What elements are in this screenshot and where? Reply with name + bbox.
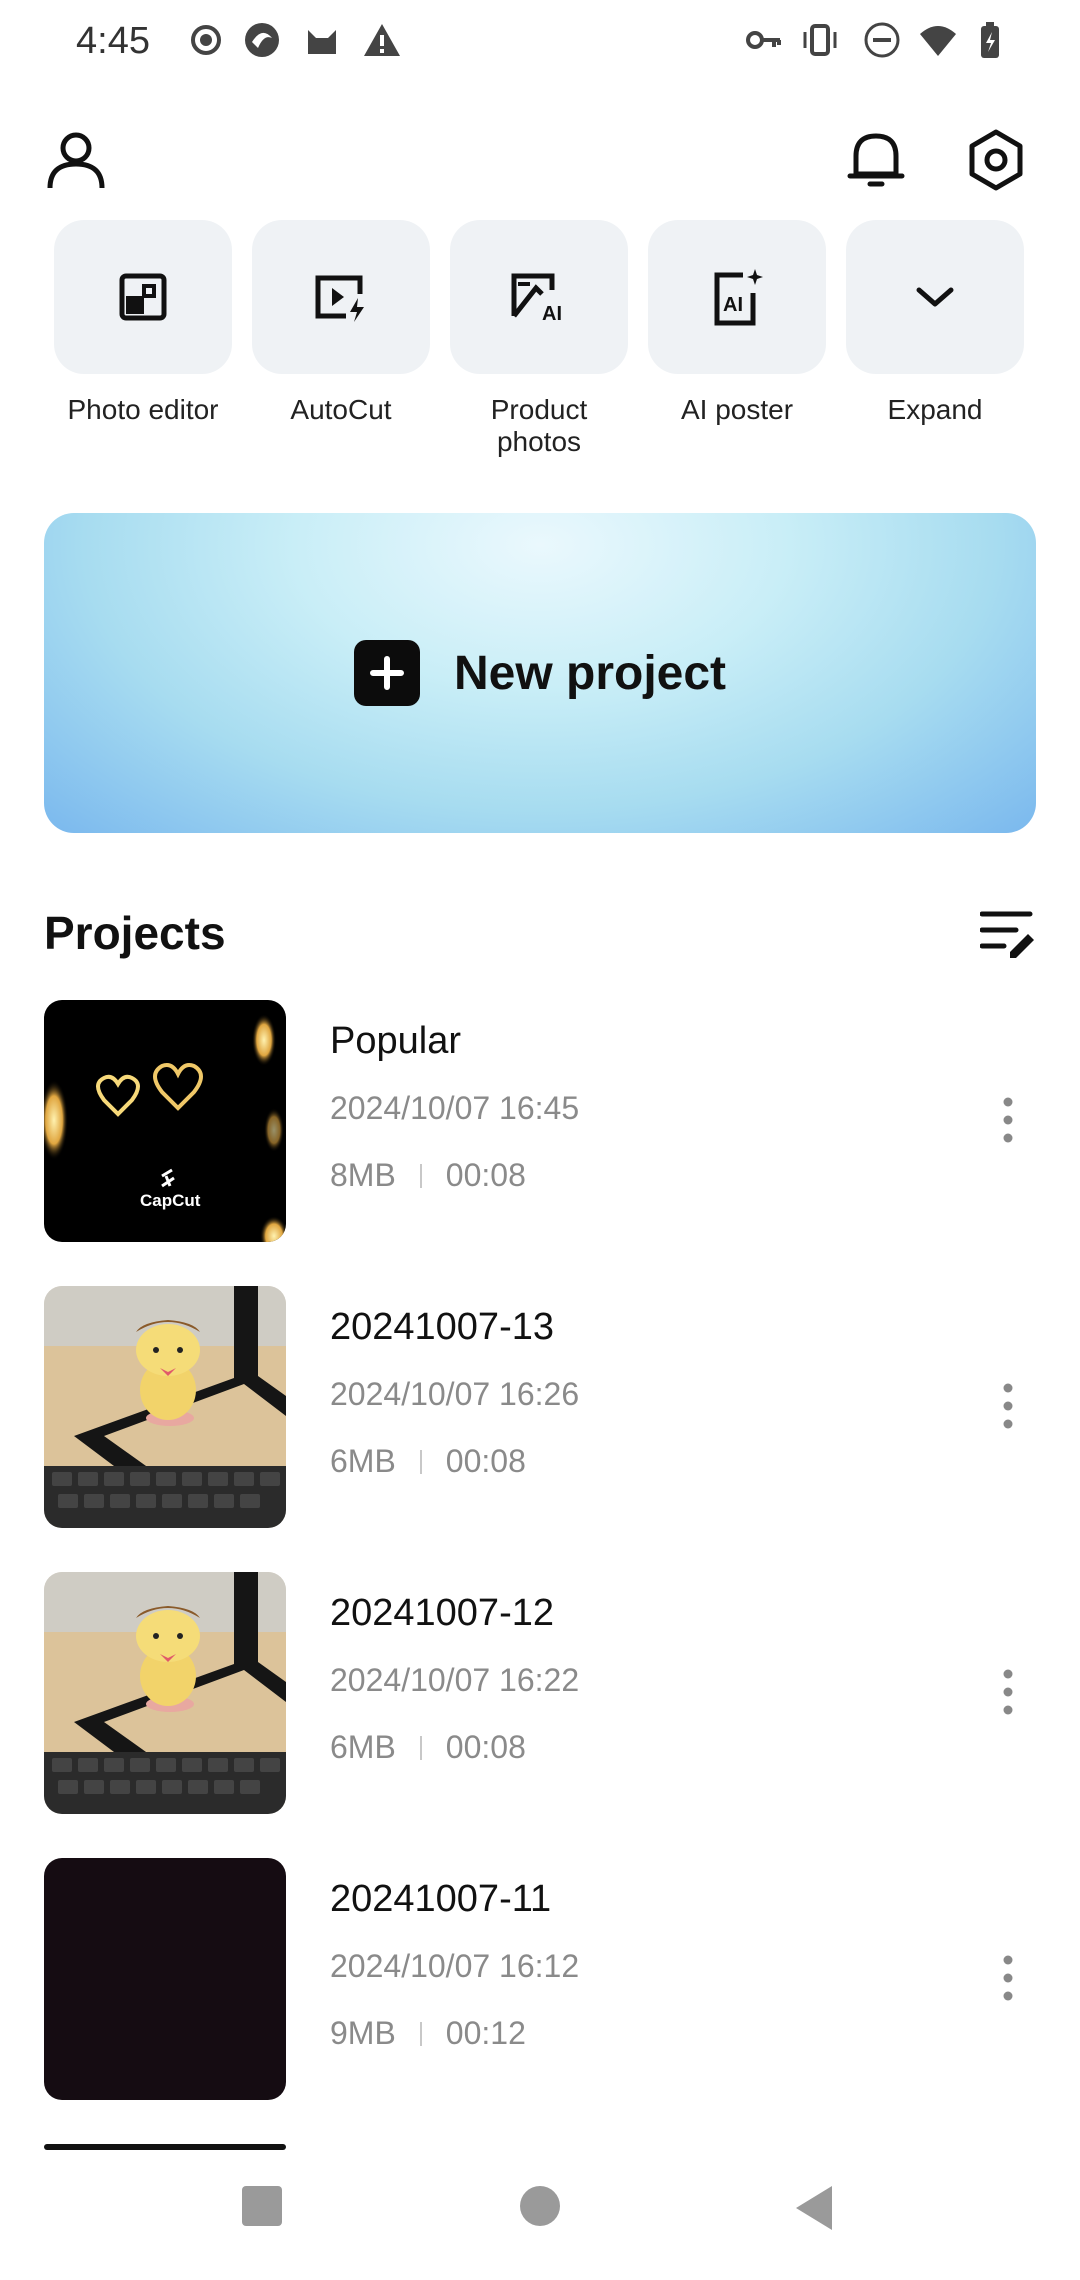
back-triangle-icon[interactable] <box>792 2184 836 2232</box>
tool-ai-poster[interactable]: AI AI poster <box>648 220 826 426</box>
more-vertical-icon[interactable] <box>996 1094 1020 1146</box>
more-vertical-icon[interactable] <box>996 1666 1020 1718</box>
project-date: 2024/10/07 16:45 <box>330 1090 580 1126</box>
project-row[interactable]: 20241007-11 2024/10/07 16:12 9MB 00:12 <box>0 1858 1080 2102</box>
project-row[interactable]: 20241007-12 2024/10/07 16:22 6MB 00:08 <box>0 1572 1080 1816</box>
project-thumbnail <box>44 1572 286 1814</box>
edit-list-icon[interactable] <box>980 906 1036 958</box>
tool-autocut[interactable]: AutoCut <box>252 220 430 426</box>
dnd-icon <box>864 22 900 58</box>
tool-label: Photo editor <box>67 394 219 425</box>
meta-separator <box>419 1163 422 1188</box>
project-thumbnail <box>44 1858 286 2100</box>
project-row[interactable]: CapCut Popular 2024/10/07 16:45 8MB 00:08 <box>0 1000 1080 1244</box>
chevron-down-icon <box>916 287 954 307</box>
project-date: 2024/10/07 16:22 <box>330 1662 580 1698</box>
tool-label: Expand <box>887 394 983 425</box>
meta-separator <box>419 1735 422 1760</box>
tool-tile: AI <box>450 220 628 374</box>
project-meta: 9MB 00:12 <box>330 2015 526 2052</box>
photo-editor-icon <box>119 273 167 321</box>
meta-separator <box>419 1449 422 1474</box>
project-title: 20241007-13 <box>330 1306 554 1348</box>
project-duration: 00:08 <box>445 1157 526 1193</box>
tool-label: AI poster <box>680 394 794 425</box>
projects-title: Projects <box>44 907 226 959</box>
tools-row: Photo editor AutoCut AI Product photos A… <box>40 220 1040 470</box>
bell-icon[interactable] <box>842 126 910 194</box>
warning-icon <box>364 24 400 56</box>
project-title: Popular <box>330 1020 461 1062</box>
recents-square-icon[interactable] <box>240 2184 284 2228</box>
wifi-icon <box>920 26 956 56</box>
app-icon <box>245 23 279 57</box>
svg-text:AI: AI <box>542 303 562 324</box>
thumb-logo-text: CapCut <box>140 1191 201 1210</box>
tool-product-photos[interactable]: AI Product photos <box>450 220 628 458</box>
more-vertical-icon[interactable] <box>996 1380 1020 1432</box>
hexagon-settings-icon[interactable] <box>962 126 1030 194</box>
tool-tile <box>252 220 430 374</box>
top-bar <box>0 110 1080 210</box>
new-project-content: New project <box>353 640 727 706</box>
autocut-icon <box>315 275 364 322</box>
battery-icon <box>981 22 999 58</box>
project-duration: 00:08 <box>445 1729 526 1765</box>
project-size: 6MB <box>330 1443 396 1479</box>
tool-label: AutoCut <box>290 394 392 425</box>
more-vertical-icon[interactable] <box>996 1952 1020 2004</box>
project-meta: 6MB 00:08 <box>330 1443 526 1480</box>
system-nav-bar <box>0 2140 1080 2280</box>
project-date: 2024/10/07 16:12 <box>330 1948 580 1984</box>
tool-tile <box>54 220 232 374</box>
meta-separator <box>419 2021 422 2046</box>
tool-photo-editor[interactable]: Photo editor <box>54 220 232 426</box>
project-size: 9MB <box>330 2015 396 2051</box>
cat-icon <box>308 30 336 54</box>
plus-icon <box>353 640 420 706</box>
project-title: 20241007-11 <box>330 1878 552 1920</box>
home-circle-icon[interactable] <box>518 2184 562 2228</box>
key-icon <box>746 31 781 49</box>
new-project-label: New project <box>453 646 727 700</box>
product-photos-icon: AI <box>511 273 562 324</box>
status-time: 4:45 <box>76 20 150 62</box>
project-size: 8MB <box>330 1157 396 1193</box>
tool-tile <box>846 220 1024 374</box>
project-duration: 00:12 <box>445 2015 526 2051</box>
record-icon <box>191 25 221 55</box>
status-bar: 4:45 <box>0 0 1080 90</box>
svg-text:AI: AI <box>723 294 743 316</box>
new-project-button[interactable]: New project <box>44 513 1036 833</box>
ai-poster-icon: AI <box>714 269 763 326</box>
project-size: 6MB <box>330 1729 396 1765</box>
tool-expand[interactable]: Expand <box>846 220 1024 426</box>
tool-tile: AI <box>648 220 826 374</box>
project-title: 20241007-12 <box>330 1592 554 1634</box>
project-meta: 6MB 00:08 <box>330 1729 526 1766</box>
project-row[interactable]: 20241007-13 2024/10/07 16:26 6MB 00:08 <box>0 1286 1080 1530</box>
tool-label: Product photos <box>490 394 588 457</box>
person-icon[interactable] <box>42 126 110 194</box>
project-thumbnail <box>44 1286 286 1528</box>
project-duration: 00:08 <box>445 1443 526 1479</box>
project-thumbnail: CapCut <box>44 1000 286 1242</box>
vibrate-icon <box>803 24 837 56</box>
project-meta: 8MB 00:08 <box>330 1157 526 1194</box>
project-date: 2024/10/07 16:26 <box>330 1376 580 1412</box>
projects-header: Projects <box>44 900 1036 970</box>
